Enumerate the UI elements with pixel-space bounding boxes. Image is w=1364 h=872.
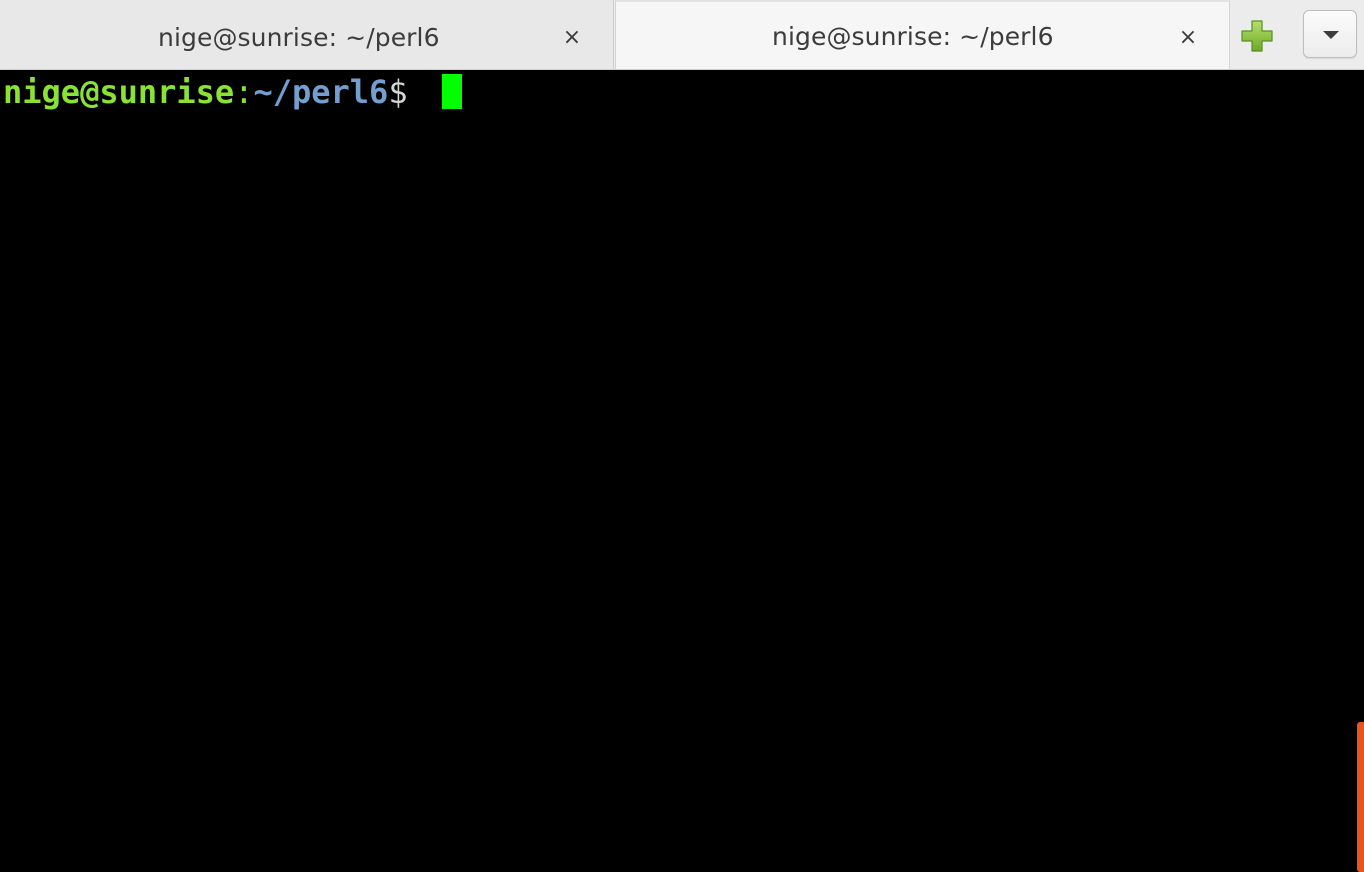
tab-1-label: nige@sunrise: ~/perl6 — [158, 23, 440, 52]
tab-1-close-button[interactable]: × — [558, 24, 586, 52]
prompt-line: nige@sunrise:~/perl6$ — [3, 72, 408, 112]
prompt-separator: : — [234, 73, 254, 111]
new-tab-button[interactable] — [1236, 14, 1280, 58]
tab-bar: nige@sunrise: ~/perl6 × nige@sunrise: ~/… — [0, 0, 1364, 70]
tab-menu-button[interactable] — [1303, 10, 1357, 58]
plus-icon — [1241, 20, 1273, 52]
text-cursor — [442, 74, 462, 109]
prompt-symbol: $ — [388, 73, 408, 111]
scrollbar-thumb[interactable] — [1357, 722, 1364, 872]
tab-2-label: nige@sunrise: ~/perl6 — [772, 22, 1054, 51]
chevron-down-icon — [1323, 31, 1339, 39]
terminal-area[interactable]: nige@sunrise:~/perl6$ — [0, 70, 1364, 872]
terminal-window: nige@sunrise: ~/perl6 × nige@sunrise: ~/… — [0, 0, 1364, 872]
prompt-user-host: nige@sunrise — [3, 73, 235, 111]
tab-1[interactable]: nige@sunrise: ~/perl6 × — [0, 0, 614, 69]
tab-2-close-button[interactable]: × — [1174, 24, 1202, 52]
tab-2[interactable]: nige@sunrise: ~/perl6 × — [615, 0, 1230, 69]
prompt-path: ~/perl6 — [253, 73, 389, 111]
